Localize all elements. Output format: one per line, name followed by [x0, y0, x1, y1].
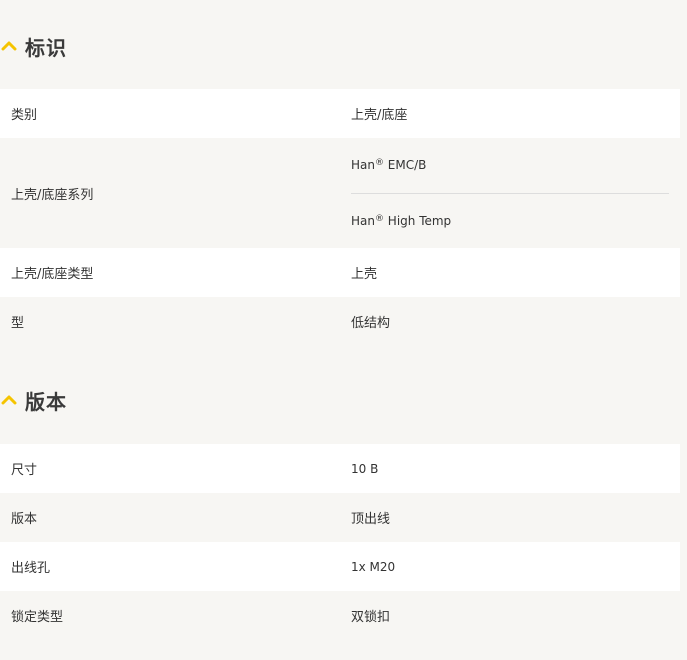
table-row: 上壳/底座类型 上壳 [0, 248, 680, 297]
table-row: 锁定类型 双锁扣 [0, 591, 680, 640]
row-label: 锁定类型 [11, 610, 64, 625]
brand-text: Han [351, 158, 375, 173]
list-item: Han ® EMC/B [351, 138, 669, 193]
chevron-up-icon [1, 41, 17, 51]
row-value: 双锁扣 [351, 610, 391, 625]
section-header-identification[interactable]: 标识 [0, 26, 67, 66]
table-row: 型 低结构 [0, 297, 680, 346]
row-value: 上壳 [351, 267, 378, 282]
row-value: 上壳/底座 [351, 108, 408, 123]
row-value: 10 B [351, 461, 379, 476]
chevron-up-icon [1, 395, 17, 405]
registered-mark: ® [374, 158, 384, 169]
table-row: 上壳/底座系列 Han ® EMC/B Han ® High Temp [0, 138, 680, 248]
spec-table-version: 尺寸 10 B 版本 顶出线 出线孔 1x M20 锁定类型 双锁扣 [0, 444, 680, 640]
brand-text: Han [351, 213, 375, 228]
section-header-version[interactable]: 版本 [0, 380, 67, 420]
table-row: 尺寸 10 B [0, 444, 680, 493]
row-label: 版本 [11, 512, 38, 527]
row-label: 上壳/底座系列 [11, 187, 94, 203]
row-value: 1x M20 [351, 559, 396, 574]
list-item: Han ® High Temp [351, 193, 669, 248]
table-row: 出线孔 1x M20 [0, 542, 680, 591]
row-label: 上壳/底座类型 [11, 267, 94, 282]
row-label: 尺寸 [11, 463, 38, 478]
table-row: 类别 上壳/底座 [0, 89, 680, 138]
row-label: 出线孔 [11, 561, 51, 576]
series-text: High Temp [383, 213, 452, 228]
series-text: EMC/B [383, 158, 427, 173]
row-value-list: Han ® EMC/B Han ® High Temp [340, 138, 680, 248]
table-row: 版本 顶出线 [0, 493, 680, 542]
row-value: 低结构 [351, 316, 391, 331]
row-label: 型 [11, 316, 25, 331]
spec-table-identification: 类别 上壳/底座 上壳/底座系列 Han ® EMC/B Han ® High Te… [0, 89, 680, 346]
section-title: 标识 [25, 35, 67, 60]
section-title: 版本 [25, 389, 67, 414]
row-value: 顶出线 [351, 512, 391, 527]
registered-mark: ® [374, 213, 384, 224]
row-label: 类别 [11, 108, 38, 123]
